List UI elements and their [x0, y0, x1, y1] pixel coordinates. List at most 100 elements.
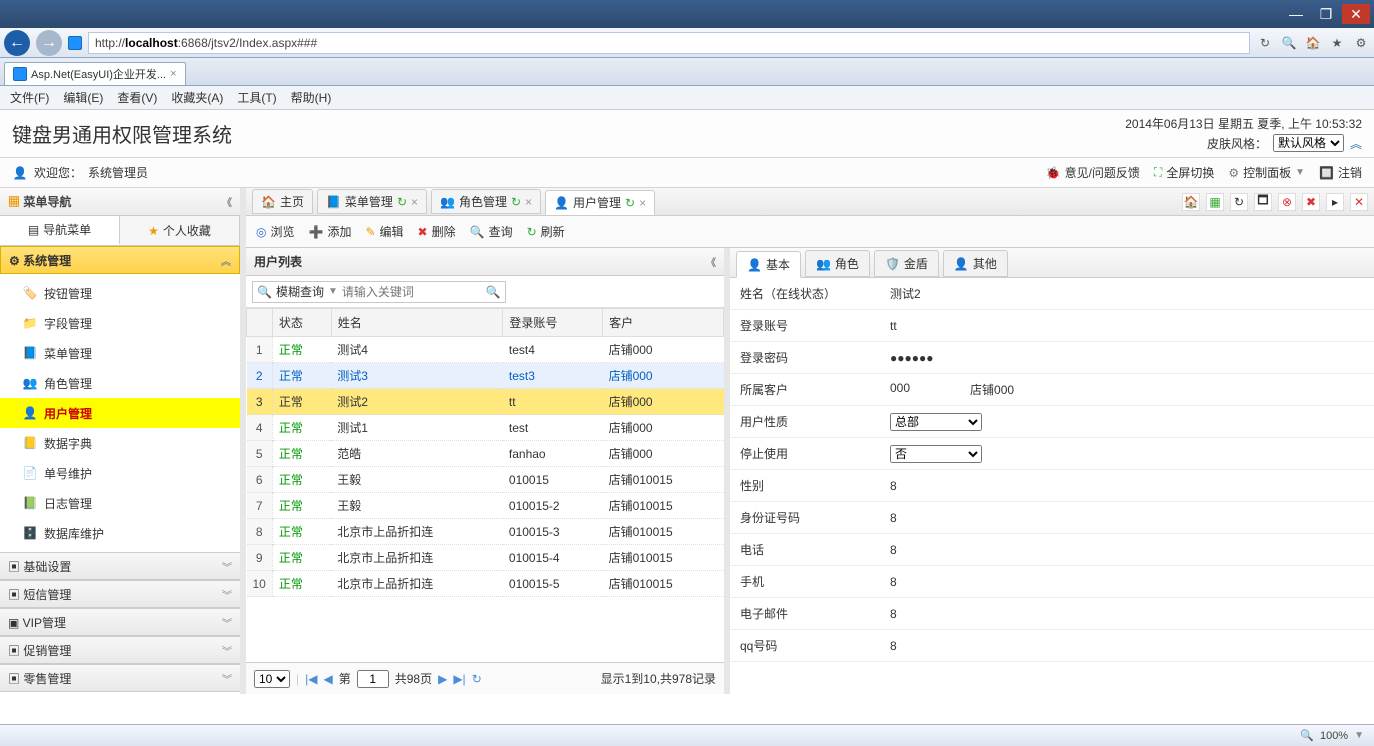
tool-prev-icon[interactable]: ▸ [1326, 193, 1344, 211]
table-row[interactable]: 3正常测试2tt店铺000 [247, 389, 724, 415]
feedback-link[interactable]: 🐞意见/问题反馈 [1046, 164, 1140, 181]
close-icon[interactable]: × [639, 196, 646, 210]
collapse-icon[interactable]: 《 [706, 254, 716, 269]
reload-button[interactable]: ↻ [472, 672, 482, 686]
sidebar-item[interactable]: 🗄️数据库维护 [0, 518, 240, 548]
col-customer[interactable]: 客户 [603, 309, 724, 337]
toolbar-button[interactable]: ✎编辑 [365, 223, 403, 240]
search-icon[interactable]: 🔍 [486, 285, 501, 299]
search-combo[interactable]: 🔍 模糊查询 ▼ 🔍 [252, 281, 506, 303]
tool-x-icon[interactable]: ✕ [1350, 193, 1368, 211]
maximize-button[interactable]: ❐ [1312, 4, 1340, 24]
fullscreen-link[interactable]: ⛶全屏切换 [1154, 164, 1214, 181]
search-input[interactable] [342, 285, 482, 299]
control-panel-link[interactable]: ⚙控制面板▼ [1228, 164, 1305, 181]
col-account[interactable]: 登录账号 [503, 309, 603, 337]
favorite-icon[interactable]: ★ [1328, 34, 1346, 52]
skin-select[interactable]: 默认风格 [1273, 134, 1344, 152]
browser-tab[interactable]: Asp.Net(EasyUI)企业开发... × [4, 62, 186, 85]
sidebar-item[interactable]: 📗日志管理 [0, 488, 240, 518]
next-page-button[interactable]: ▶ [438, 672, 447, 686]
page-input[interactable] [357, 670, 389, 688]
toolbar-button[interactable]: ✖删除 [418, 223, 456, 240]
minimize-button[interactable]: — [1282, 4, 1310, 24]
refresh-icon[interactable]: ↻ [1256, 34, 1274, 52]
refresh-icon[interactable]: ↻ [625, 196, 635, 210]
menu-item[interactable]: 工具(T) [237, 89, 276, 106]
accordion-collapsed[interactable]: ▣ 促销管理︾ [0, 636, 240, 664]
content-tab[interactable]: 👤用户管理 ↻× [545, 190, 655, 215]
menu-item[interactable]: 查看(V) [117, 89, 157, 106]
sidebar-item[interactable]: 📘菜单管理 [0, 338, 240, 368]
detail-tab[interactable]: 👤其他 [943, 250, 1008, 277]
tab-favorites[interactable]: ★个人收藏 [120, 216, 240, 245]
sidebar-item[interactable]: 🏷️按钮管理 [0, 278, 240, 308]
sidebar-item[interactable]: 📒数据字典 [0, 428, 240, 458]
col-name[interactable]: 姓名 [331, 309, 503, 337]
accordion-collapsed[interactable]: ▣ 基础设置︾ [0, 552, 240, 580]
menu-item[interactable]: 编辑(E) [63, 89, 103, 106]
tool-home-icon[interactable]: 🏠 [1182, 193, 1200, 211]
search-icon[interactable]: 🔍 [1280, 34, 1298, 52]
table-row[interactable]: 6正常王毅010015店铺010015 [247, 467, 724, 493]
close-icon[interactable]: × [525, 195, 532, 209]
last-page-button[interactable]: ▶| [453, 672, 465, 686]
collapse-icon[interactable]: 《 [222, 194, 232, 209]
tool-closeall-icon[interactable]: ⊗ [1278, 193, 1296, 211]
logout-link[interactable]: 🔲注销 [1319, 164, 1362, 181]
tool-grid-icon[interactable]: ▦ [1206, 193, 1224, 211]
refresh-icon[interactable]: ↻ [397, 195, 407, 209]
accordion-collapsed[interactable]: ▣ 短信管理︾ [0, 580, 240, 608]
close-button[interactable]: ✕ [1342, 4, 1370, 24]
table-row[interactable]: 10正常北京市上品折扣连010015-5店铺010015 [247, 571, 724, 597]
expand-icon[interactable]: ︽ [1350, 135, 1362, 152]
back-button[interactable]: ← [4, 30, 30, 56]
field-select[interactable]: 总部 [890, 413, 982, 431]
tab-nav-menu[interactable]: ▤导航菜单 [0, 216, 120, 245]
close-icon[interactable]: × [170, 68, 176, 80]
content-tab[interactable]: 📘菜单管理 ↻× [317, 189, 427, 214]
accordion-collapsed[interactable]: ▣ 零售管理︾ [0, 664, 240, 692]
accordion-system[interactable]: ⚙ 系统管理 ︽ [0, 246, 240, 274]
home-icon[interactable]: 🏠 [1304, 34, 1322, 52]
address-bar[interactable]: http://localhost:6868/jtsv2/Index.aspx##… [88, 32, 1250, 54]
table-row[interactable]: 5正常范皓fanhao店铺000 [247, 441, 724, 467]
toolbar-button[interactable]: ➕添加 [309, 223, 352, 240]
tool-close-icon[interactable]: ✖ [1302, 193, 1320, 211]
sidebar-item[interactable]: 📄单号维护 [0, 458, 240, 488]
field-select[interactable]: 否 [890, 445, 982, 463]
table-row[interactable]: 2正常测试3test3店铺000 [247, 363, 724, 389]
col-status[interactable]: 状态 [272, 309, 331, 337]
tools-icon[interactable]: ⚙ [1352, 34, 1370, 52]
sidebar-item[interactable]: 👤用户管理 [0, 398, 240, 428]
menu-item[interactable]: 文件(F) [10, 89, 49, 106]
toolbar-button[interactable]: ↻刷新 [527, 223, 565, 240]
forward-button[interactable]: → [36, 30, 62, 56]
detail-tab[interactable]: 👤基本 [736, 251, 801, 278]
zoom-icon[interactable]: 🔍 [1300, 729, 1314, 742]
refresh-icon[interactable]: ↻ [511, 195, 521, 209]
close-icon[interactable]: × [411, 195, 418, 209]
first-page-button[interactable]: |◀ [305, 672, 317, 686]
sidebar-item[interactable]: 👥角色管理 [0, 368, 240, 398]
table-row[interactable]: 4正常测试1test店铺000 [247, 415, 724, 441]
content-tab[interactable]: 👥角色管理 ↻× [431, 189, 541, 214]
tool-window-icon[interactable]: 🗖 [1254, 193, 1272, 211]
menu-item[interactable]: 收藏夹(A) [171, 89, 223, 106]
detail-tab[interactable]: 🛡️金盾 [874, 250, 939, 277]
detail-tab[interactable]: 👥角色 [805, 250, 870, 277]
accordion-collapsed[interactable]: ▣ VIP管理︾ [0, 608, 240, 636]
table-row[interactable]: 9正常北京市上品折扣连010015-4店铺010015 [247, 545, 724, 571]
tool-refresh-icon[interactable]: ↻ [1230, 193, 1248, 211]
menu-item[interactable]: 帮助(H) [291, 89, 332, 106]
toolbar-button[interactable]: ◎浏览 [256, 223, 295, 240]
toolbar-button[interactable]: 🔍查询 [470, 223, 513, 240]
zoom-menu-icon[interactable]: ▼ [1354, 730, 1364, 741]
table-row[interactable]: 7正常王毅010015-2店铺010015 [247, 493, 724, 519]
table-row[interactable]: 8正常北京市上品折扣连010015-3店铺010015 [247, 519, 724, 545]
table-row[interactable]: 1正常测试4test4店铺000 [247, 337, 724, 363]
prev-page-button[interactable]: ◀ [323, 672, 332, 686]
content-tab[interactable]: 🏠主页 [252, 189, 313, 214]
sidebar-item[interactable]: 📁字段管理 [0, 308, 240, 338]
pagesize-select[interactable]: 10 [254, 670, 290, 688]
